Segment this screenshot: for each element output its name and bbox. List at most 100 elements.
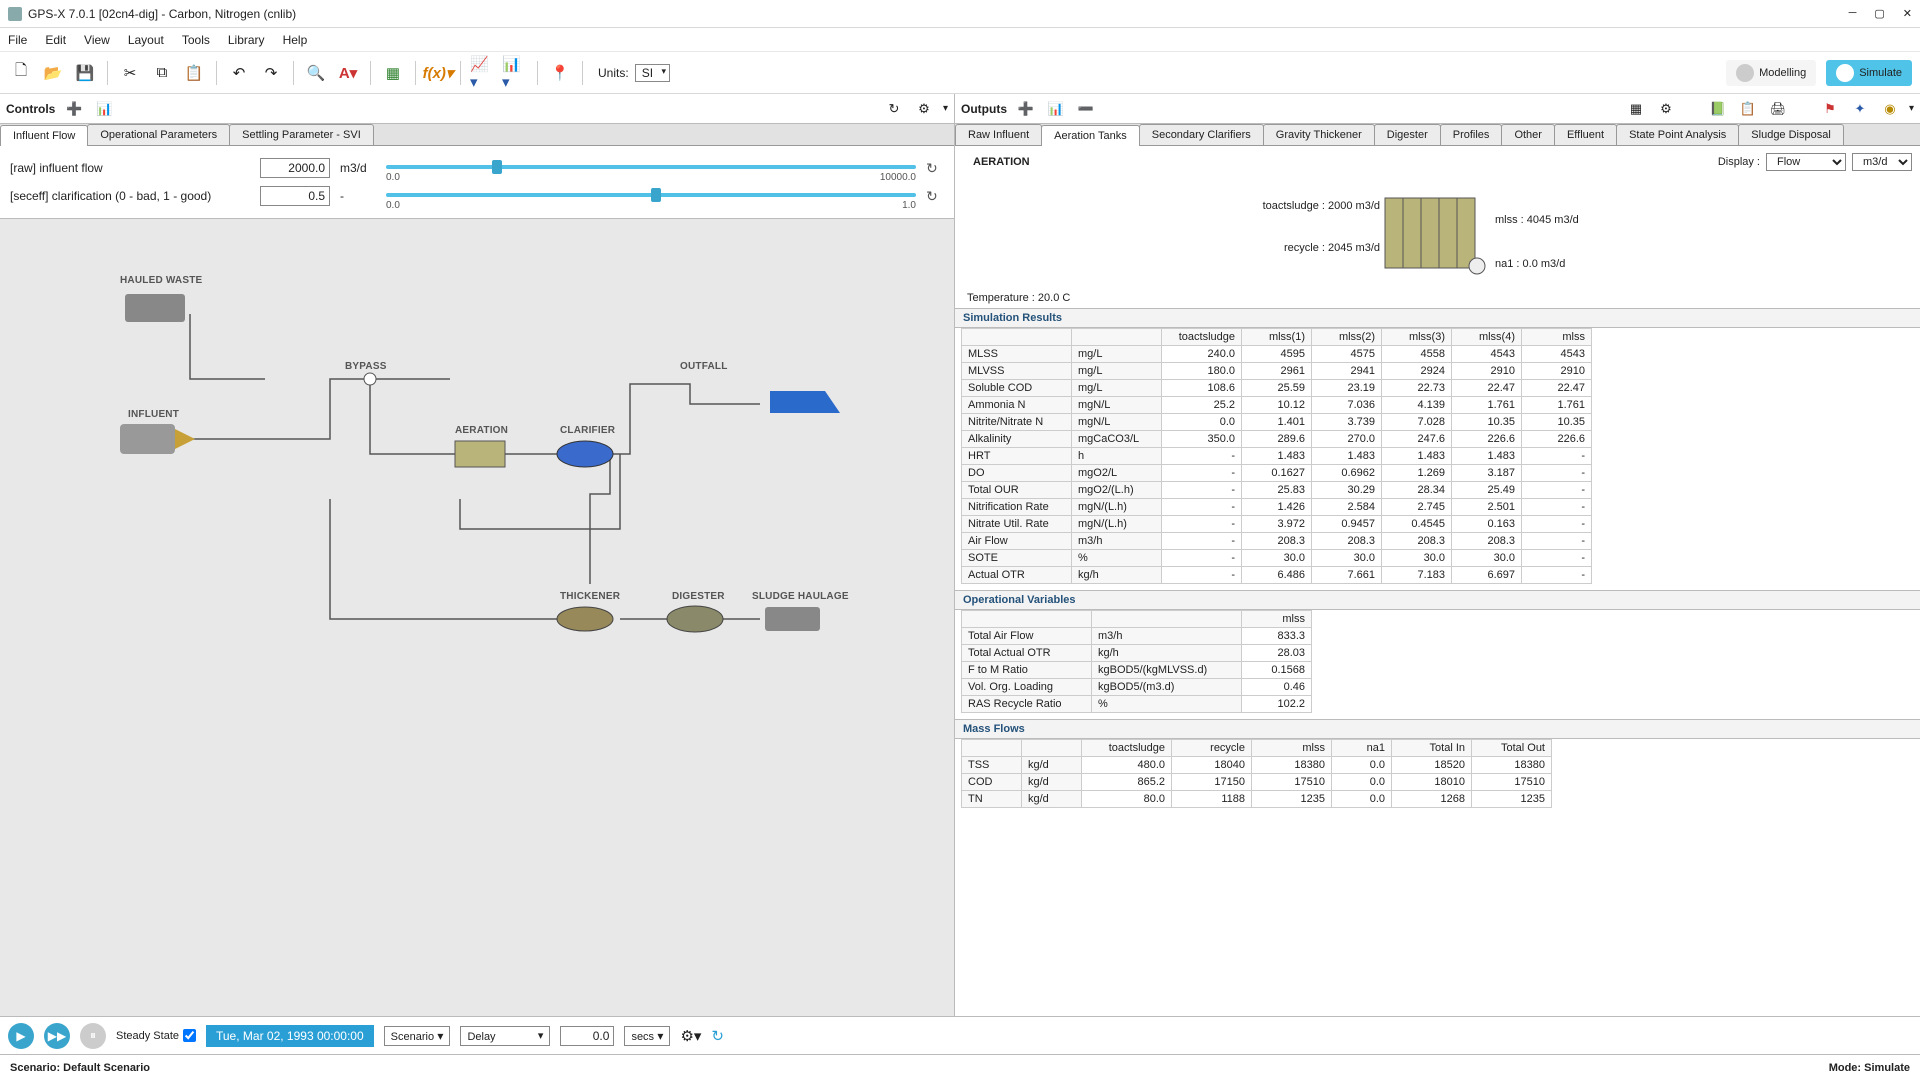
fx-icon[interactable]: f(x)▾	[425, 60, 451, 86]
mass-flows-table: toactsludgerecyclemlssna1Total InTotal O…	[961, 739, 1552, 808]
tab-profiles[interactable]: Profiles	[1440, 124, 1503, 145]
remove-output-icon[interactable]: ➖	[1075, 98, 1097, 120]
step-button[interactable]: ▶▶	[44, 1023, 70, 1049]
maximize-button[interactable]: ▢	[1874, 7, 1884, 20]
new-icon[interactable]: 🗋	[8, 60, 34, 86]
label-digester: DIGESTER	[672, 591, 725, 602]
paste-icon[interactable]: 📋	[181, 60, 207, 86]
tab-state-point-analysis[interactable]: State Point Analysis	[1616, 124, 1739, 145]
pin-icon[interactable]: 📍	[547, 60, 573, 86]
export-icon[interactable]: 📗	[1707, 98, 1729, 120]
reset-row2-icon[interactable]: ↻	[926, 188, 944, 205]
label-influent: INFLUENT	[128, 409, 179, 420]
controls-dropdown-icon[interactable]: ▾	[943, 103, 948, 114]
tab-gravity-thickener[interactable]: Gravity Thickener	[1263, 124, 1375, 145]
label-bypass: BYPASS	[345, 361, 387, 372]
excel-icon[interactable]: ▦	[380, 60, 406, 86]
table-row: TSSkg/d480.018040183800.01852018380	[962, 757, 1552, 774]
cut-icon[interactable]: ✂	[117, 60, 143, 86]
tab-operational-parameters[interactable]: Operational Parameters	[87, 124, 230, 145]
grid-icon[interactable]: ▦	[1625, 98, 1647, 120]
sim-settings-icon[interactable]: ⚙▾	[680, 1027, 701, 1045]
process-layout[interactable]: HAULED WASTE BYPASS OUTFALL INFLUENT AER…	[0, 218, 954, 1016]
save-icon[interactable]: 💾	[72, 60, 98, 86]
settings-controls-icon[interactable]: ⚙	[913, 98, 935, 120]
tab-aeration-tanks[interactable]: Aeration Tanks	[1041, 125, 1140, 146]
mode-simulate-button[interactable]: Simulate	[1826, 60, 1912, 86]
delay-select[interactable]: Delay▾	[460, 1026, 550, 1046]
tab-secondary-clarifiers[interactable]: Secondary Clarifiers	[1139, 124, 1264, 145]
print-icon[interactable]: 🖨	[1767, 98, 1789, 120]
aer-recycle-label: recycle : 2045 m3/d	[1284, 242, 1380, 254]
controls-header: Controls ➕ 📊 ↻ ⚙ ▾	[0, 94, 954, 124]
menu-view[interactable]: View	[84, 33, 110, 47]
influent-flow-slider[interactable]: 0.0 10000.0	[386, 156, 916, 180]
add-output-chart-icon[interactable]: 📊	[1045, 98, 1067, 120]
display-select[interactable]: Flow	[1766, 153, 1846, 171]
clarification-unit: -	[340, 189, 376, 203]
outputs-header: Outputs ➕ 📊 ➖ ▦ ⚙ 📗 📋 🖨 ⚑ ✦ ◉ ▾	[955, 94, 1920, 124]
menu-tools[interactable]: Tools	[182, 33, 210, 47]
clarification-input[interactable]	[260, 186, 330, 206]
tab-sludge-disposal[interactable]: Sludge Disposal	[1738, 124, 1844, 145]
refresh-controls-icon[interactable]: ↻	[883, 98, 905, 120]
copy-icon[interactable]: ⧉	[149, 60, 175, 86]
undo-icon[interactable]: ↶	[226, 60, 252, 86]
units-select[interactable]: SI	[635, 64, 670, 82]
table-row: RAS Recycle Ratio%102.2	[962, 696, 1312, 713]
sim-reset-icon[interactable]: ↻	[711, 1027, 724, 1045]
tool-icon[interactable]: ✦	[1849, 98, 1871, 120]
clipboard-icon[interactable]: 📋	[1737, 98, 1759, 120]
status-mode: Mode: Simulate	[1829, 1062, 1910, 1074]
tab-raw-influent[interactable]: Raw Influent	[955, 124, 1042, 145]
tab-influent-flow[interactable]: Influent Flow	[0, 125, 88, 146]
add-output-icon[interactable]: ➕	[1015, 98, 1037, 120]
minimize-button[interactable]: ─	[1849, 7, 1857, 20]
clarification-slider[interactable]: 0.0 1.0	[386, 184, 916, 208]
label-clarifier: CLARIFIER	[560, 425, 615, 436]
steady-state-checkbox[interactable]: Steady State	[116, 1029, 196, 1042]
aer-toact-label: toactsludge : 2000 m3/d	[1263, 200, 1380, 212]
open-icon[interactable]: 📂	[40, 60, 66, 86]
chart2-icon[interactable]: 📊▾	[502, 60, 528, 86]
add-control-icon[interactable]: ➕	[63, 98, 85, 120]
chart1-icon[interactable]: 📈▾	[470, 60, 496, 86]
menu-edit[interactable]: Edit	[45, 33, 66, 47]
table-row: CODkg/d865.217150175100.01801017510	[962, 774, 1552, 791]
reset-row1-icon[interactable]: ↻	[926, 160, 944, 177]
redo-icon[interactable]: ↷	[258, 60, 284, 86]
delay-value-input[interactable]	[560, 1026, 614, 1046]
outputs-dropdown-icon[interactable]: ▾	[1909, 103, 1914, 114]
scenario-select[interactable]: Scenario ▾	[384, 1026, 451, 1046]
delay-unit-select[interactable]: secs ▾	[624, 1026, 670, 1046]
flag-icon[interactable]: ⚑	[1819, 98, 1841, 120]
tab-other[interactable]: Other	[1501, 124, 1555, 145]
tab-effluent[interactable]: Effluent	[1554, 124, 1617, 145]
zoom-icon[interactable]: 🔍	[303, 60, 329, 86]
tab-digester[interactable]: Digester	[1374, 124, 1441, 145]
table-row: Total OURmgO2/(L.h)-25.8330.2928.3425.49…	[962, 482, 1592, 499]
menu-library[interactable]: Library	[228, 33, 265, 47]
table-row: HRTh-1.4831.4831.4831.483-	[962, 448, 1592, 465]
tab-settling-parameter[interactable]: Settling Parameter - SVI	[229, 124, 374, 145]
coins-icon[interactable]: ◉	[1879, 98, 1901, 120]
display-unit-select[interactable]: m3/d	[1852, 153, 1912, 171]
mode-modelling-button[interactable]: Modelling	[1726, 60, 1816, 86]
table-row: Total Air Flowm3/h833.3	[962, 628, 1312, 645]
section-mass-flows: Mass Flows	[955, 719, 1920, 739]
output-settings-icon[interactable]: ⚙	[1655, 98, 1677, 120]
menu-layout[interactable]: Layout	[128, 33, 164, 47]
table-row: Vol. Org. LoadingkgBOD5/(m3.d)0.46	[962, 679, 1312, 696]
menu-file[interactable]: File	[8, 33, 27, 47]
font-icon[interactable]: A▾	[335, 60, 361, 86]
menu-help[interactable]: Help	[283, 33, 308, 47]
influent-flow-input[interactable]	[260, 158, 330, 178]
controls-title: Controls	[6, 102, 55, 116]
close-button[interactable]: ✕	[1903, 7, 1912, 20]
pause-button[interactable]: ⏸	[80, 1023, 106, 1049]
table-row: MLSSmg/L240.045954575455845434543	[962, 346, 1592, 363]
aer-mlss-label: mlss : 4045 m3/d	[1495, 214, 1579, 226]
outputs-title: Outputs	[961, 102, 1007, 116]
add-chart-control-icon[interactable]: 📊	[93, 98, 115, 120]
play-button[interactable]: ▶	[8, 1023, 34, 1049]
